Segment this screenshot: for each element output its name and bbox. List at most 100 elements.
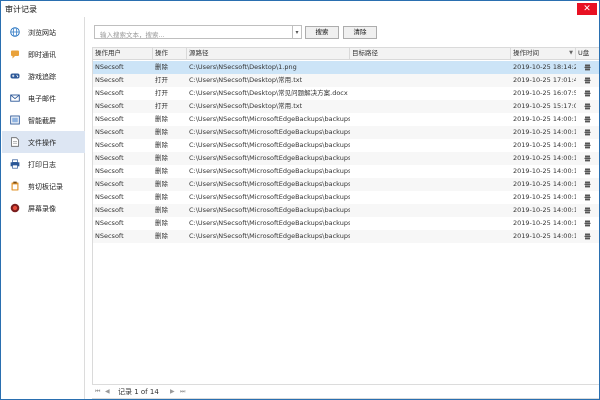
table-row[interactable]: NSecsoft 打开 C:\Users\NSecsoft\Desktop\常见问题…: [93, 87, 599, 100]
table-row[interactable]: NSecsoft 删除 C:\Users\NSecsoft\MicrosoftEdg…: [93, 152, 599, 165]
column-header-source-path[interactable]: 源路径: [187, 48, 350, 60]
close-button[interactable]: ✕: [577, 3, 597, 15]
usb-drive-icon[interactable]: [584, 142, 591, 149]
table-row[interactable]: NSecsoft 删除 C:\Users\NSecsoft\MicrosoftEdg…: [93, 178, 599, 191]
cell-time: 2019-10-25 16:07:55: [513, 89, 576, 97]
cell-action: 删除: [155, 232, 168, 240]
cell-action: 删除: [155, 219, 168, 227]
cell-user: NSecsoft: [95, 232, 124, 240]
prev-page-icon[interactable]: ◀: [105, 388, 110, 395]
usb-drive-icon[interactable]: [584, 90, 591, 97]
cell-target-path: [350, 152, 511, 165]
cell-user: NSecsoft: [95, 128, 124, 136]
sidebar-item-label: 浏览网站: [28, 29, 56, 37]
usb-drive-icon[interactable]: [584, 64, 591, 71]
search-input[interactable]: 输入搜索文本，搜索...: [94, 25, 293, 39]
cell-action: 删除: [155, 206, 168, 214]
table-row[interactable]: NSecsoft 打开 C:\Users\NSecsoft\Desktop\常用.t…: [93, 74, 599, 87]
sidebar-item-label: 打印日志: [28, 161, 56, 169]
search-dropdown-button[interactable]: ▾: [293, 25, 302, 39]
usb-drive-icon[interactable]: [584, 194, 591, 201]
cell-action: 删除: [155, 115, 168, 123]
table-row[interactable]: NSecsoft 删除 C:\Users\NSecsoft\MicrosoftEdg…: [93, 230, 599, 243]
cell-action: 删除: [155, 193, 168, 201]
usb-drive-icon[interactable]: [584, 207, 591, 214]
usb-drive-icon[interactable]: [584, 168, 591, 175]
usb-drive-icon[interactable]: [584, 233, 591, 240]
cell-source-path: C:\Users\NSecsoft\Desktop\常见问题解决方案.docx: [189, 89, 348, 97]
cell-time: 2019-10-25 14:00:14: [513, 232, 576, 240]
gamepad-icon: [10, 73, 20, 79]
cell-user: NSecsoft: [95, 89, 124, 97]
sidebar-item-smart-screenshot[interactable]: 智能截屏: [2, 109, 85, 131]
cell-action: 打开: [155, 89, 168, 97]
cell-target-path: [350, 230, 511, 243]
cell-user: NSecsoft: [95, 180, 124, 188]
cell-target-path: [350, 204, 511, 217]
email-icon: [10, 94, 20, 102]
cell-user: NSecsoft: [95, 154, 124, 162]
sidebar-item-label: 游戏追踪: [28, 73, 56, 81]
sidebar-item-instant-messaging[interactable]: 即时通讯: [2, 43, 85, 65]
usb-drive-icon[interactable]: [584, 181, 591, 188]
sidebar-item-label: 剪切板记录: [28, 183, 63, 191]
printer-icon: [10, 159, 20, 169]
sidebar-item-screen-recording[interactable]: 屏幕录像: [2, 197, 85, 219]
usb-drive-icon[interactable]: [584, 103, 591, 110]
usb-drive-icon[interactable]: [584, 155, 591, 162]
next-page-icon[interactable]: ▶: [170, 388, 175, 395]
cell-action: 打开: [155, 76, 168, 84]
search-button[interactable]: 搜索: [305, 26, 339, 39]
sidebar-item-file-operations[interactable]: 文件操作: [2, 131, 85, 153]
table-row[interactable]: NSecsoft 打开 C:\Users\NSecsoft\Desktop\常用.t…: [93, 100, 599, 113]
column-header-target-path[interactable]: 目标路径: [350, 48, 511, 60]
clear-button[interactable]: 清除: [343, 26, 377, 39]
table-row[interactable]: NSecsoft 删除 C:\Users\NSecsoft\MicrosoftEdg…: [93, 204, 599, 217]
cell-time: 2019-10-25 14:00:15: [513, 141, 576, 149]
records-table: 操作用户 操作 源路径 目标路径 操作时间 ▼ U盘 NSecsoft 删除 C:\…: [92, 47, 599, 399]
cell-target-path: [350, 113, 511, 126]
cell-user: NSecsoft: [95, 102, 124, 110]
sidebar-item-label: 智能截屏: [28, 117, 56, 125]
table-row[interactable]: NSecsoft 删除 C:\Users\NSecsoft\MicrosoftEdg…: [93, 191, 599, 204]
sidebar-item-label: 即时通讯: [28, 51, 56, 59]
title-bar: 审计记录 ✕: [1, 1, 599, 17]
cell-target-path: [350, 139, 511, 152]
sidebar-item-email[interactable]: 电子邮件: [2, 87, 85, 109]
cell-time: 2019-10-25 14:00:14: [513, 219, 576, 227]
sidebar-item-print-log[interactable]: 打印日志: [2, 153, 85, 175]
column-header-time[interactable]: 操作时间 ▼: [511, 48, 576, 60]
usb-drive-icon[interactable]: [584, 77, 591, 84]
cell-source-path: C:\Users\NSecsoft\MicrosoftEdgeBackups\b…: [189, 141, 350, 149]
usb-drive-icon[interactable]: [584, 129, 591, 136]
last-page-icon[interactable]: ⏭: [180, 388, 185, 396]
sidebar-item-browse-websites[interactable]: 浏览网站: [2, 21, 85, 43]
table-row[interactable]: NSecsoft 删除 C:\Users\NSecsoft\MicrosoftEdg…: [93, 126, 599, 139]
sidebar-item-game-tracking[interactable]: 游戏追踪: [2, 65, 85, 87]
column-header-usb[interactable]: U盘: [576, 48, 599, 60]
chat-icon: [11, 50, 19, 59]
cell-target-path: [350, 165, 511, 178]
cell-source-path: C:\Users\NSecsoft\MicrosoftEdgeBackups\b…: [189, 232, 350, 240]
usb-drive-icon[interactable]: [584, 220, 591, 227]
sidebar-item-label: 文件操作: [28, 139, 56, 147]
main-panel: 输入搜索文本，搜索... ▾ 搜索 清除 操作用户 操作 源路径 目标路径 操作…: [85, 17, 599, 399]
cell-user: NSecsoft: [95, 193, 124, 201]
cell-time: 2019-10-25 18:14:29: [513, 63, 576, 71]
cell-user: NSecsoft: [95, 167, 124, 175]
cell-source-path: C:\Users\NSecsoft\MicrosoftEdgeBackups\b…: [189, 154, 350, 162]
cell-action: 删除: [155, 154, 168, 162]
column-header-action[interactable]: 操作: [153, 48, 187, 60]
table-row[interactable]: NSecsoft 删除 C:\Users\NSecsoft\MicrosoftEdg…: [93, 165, 599, 178]
column-header-user[interactable]: 操作用户: [93, 48, 153, 60]
table-row[interactable]: NSecsoft 删除 C:\Users\NSecsoft\MicrosoftEdg…: [93, 113, 599, 126]
table-row[interactable]: NSecsoft 删除 C:\Users\NSecsoft\MicrosoftEdg…: [93, 217, 599, 230]
usb-drive-icon[interactable]: [584, 116, 591, 123]
cell-target-path: [350, 74, 511, 87]
sidebar-item-label: 屏幕录像: [28, 205, 56, 213]
sidebar-item-clipboard-records[interactable]: 剪切板记录: [2, 175, 85, 197]
table-row[interactable]: NSecsoft 删除 C:\Users\NSecsoft\MicrosoftEdg…: [93, 139, 599, 152]
cell-action: 删除: [155, 128, 168, 136]
first-page-icon[interactable]: ⏮: [95, 388, 100, 396]
table-row[interactable]: NSecsoft 删除 C:\Users\NSecsoft\Desktop\1.pn…: [93, 61, 599, 74]
